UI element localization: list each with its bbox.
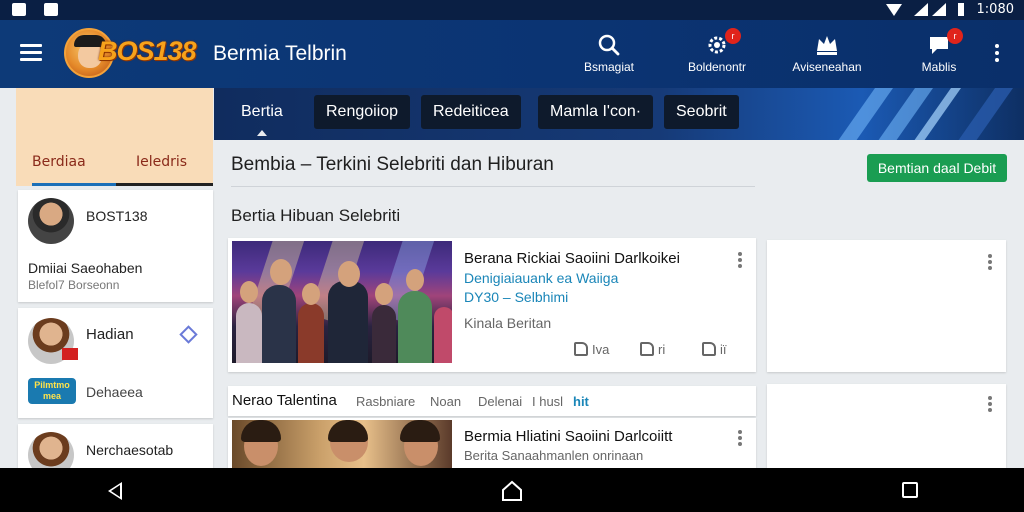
gallery-icon bbox=[12, 3, 26, 16]
hadian-line-1: Dehaeea bbox=[86, 384, 143, 400]
card-menu-icon[interactable] bbox=[988, 254, 992, 270]
home-icon[interactable] bbox=[500, 480, 524, 502]
flag-icon bbox=[62, 348, 78, 360]
side-article-card-1[interactable] bbox=[767, 240, 1006, 372]
status-bar: 1:080 bbox=[0, 0, 1024, 20]
action-settings[interactable]: r Boldenontr bbox=[672, 28, 762, 82]
react-like-button-2[interactable]: ri bbox=[640, 342, 665, 357]
page-title: Bembia – Terkini Selebriti dan Hiburan bbox=[231, 154, 554, 175]
trending-highlight[interactable]: hit bbox=[573, 394, 589, 409]
article-menu-icon[interactable] bbox=[738, 430, 742, 446]
react-like-button[interactable]: Iva bbox=[574, 342, 609, 357]
tab-rengoiiop[interactable]: Rengoiiop bbox=[314, 95, 411, 129]
signal-icon bbox=[914, 3, 928, 16]
article-source: Berita Sanaahmanlen onrinaan bbox=[464, 448, 644, 463]
recent-apps-icon[interactable] bbox=[902, 482, 918, 498]
sidebar-card-hadian[interactable]: Hadian Pilmtmo mea Dehaeea bbox=[18, 308, 213, 418]
trending-item[interactable]: Noan bbox=[430, 394, 461, 409]
tab-seobrit[interactable]: Seobrit bbox=[664, 95, 739, 129]
thumbs-up-icon bbox=[574, 342, 588, 356]
avatar bbox=[28, 198, 74, 244]
avatar bbox=[28, 432, 74, 468]
thumbs-up-icon bbox=[640, 342, 654, 356]
article-title[interactable]: Berana Rickiai Saoiini Darlkoikei bbox=[464, 250, 680, 267]
trending-lead[interactable]: Nerao Talentina bbox=[232, 392, 337, 409]
trending-item[interactable]: I husl bbox=[532, 394, 563, 409]
section-title: Bertia Hibuan Selebriti bbox=[231, 206, 401, 225]
article-title[interactable]: Bermia Hliatini Saoiini Darlcoiitt bbox=[464, 428, 672, 445]
sidebar-tab-selebris[interactable]: Ieledris bbox=[136, 154, 187, 170]
back-icon[interactable] bbox=[108, 482, 122, 500]
cta-button[interactable]: Bemtian daal Debit bbox=[867, 154, 1007, 182]
trending-item[interactable]: Delenai bbox=[478, 394, 522, 409]
category-tabs: Bertia Rengoiiop Redeiticea Mamla I'con·… bbox=[214, 88, 1024, 140]
sidebar-tab-berita[interactable]: Berdiaa bbox=[32, 154, 86, 170]
notification-badge: r bbox=[725, 28, 741, 44]
profile-name: BOST138 bbox=[86, 208, 148, 224]
action-settings-label: Boldenontr bbox=[687, 60, 747, 74]
crown-icon bbox=[815, 34, 839, 56]
profile-line-1: Dmiiai Saeohaben bbox=[28, 260, 143, 276]
app-bar: BOS138 Bermia Telbrin Bsmagiat r Boldeno… bbox=[0, 20, 1024, 88]
side-article-card-2[interactable] bbox=[767, 384, 1006, 468]
logo-text: BOS138 bbox=[98, 36, 197, 66]
article-source: Kinala Beritan bbox=[464, 315, 552, 331]
app-title: Bermia Telbrin bbox=[213, 42, 347, 65]
sidebar-header: Berdiaa Ieledris bbox=[16, 88, 213, 186]
thumbs-up-icon bbox=[702, 342, 716, 356]
action-chat[interactable]: r Mablis bbox=[894, 28, 984, 82]
system-nav-bar bbox=[0, 468, 1024, 512]
clock: 1:080 bbox=[976, 2, 1014, 17]
action-search-label: Bsmagiat bbox=[583, 60, 635, 74]
action-crown[interactable]: Aviseneahan bbox=[782, 34, 872, 82]
react-like-count-3: iï bbox=[720, 342, 727, 357]
partner-logo: Pilmtmo mea bbox=[28, 378, 76, 404]
trending-strip: Nerao Talentina Rasbniare Noan Delenai I… bbox=[228, 386, 756, 416]
react-like-button-3[interactable]: iï bbox=[702, 342, 727, 357]
profile-line-2: Blefol7 Borseonn bbox=[28, 278, 120, 292]
settings-gear-icon: r bbox=[705, 28, 741, 56]
hadian-name: Hadian bbox=[86, 326, 134, 343]
signal-icon-2 bbox=[932, 3, 946, 16]
tab-mamla[interactable]: Mamla I'con· bbox=[538, 95, 654, 129]
card-menu-icon[interactable] bbox=[988, 396, 992, 412]
tab-bertia[interactable]: Bertia bbox=[229, 95, 295, 136]
sidebar-card-nerchaesotab[interactable]: Nerchaesotab bbox=[18, 424, 213, 468]
diamond-icon[interactable] bbox=[179, 325, 198, 344]
chat-icon: r bbox=[927, 28, 963, 56]
tab-redeiticea[interactable]: Redeiticea bbox=[421, 95, 521, 129]
battery-icon bbox=[958, 3, 964, 16]
article-image-1[interactable] bbox=[232, 241, 452, 363]
react-like-count: Iva bbox=[592, 342, 610, 357]
action-chat-label: Mablis bbox=[921, 60, 957, 74]
nerchaesotab-name: Nerchaesotab bbox=[86, 442, 174, 458]
overflow-menu-icon[interactable] bbox=[994, 44, 1000, 64]
image-icon bbox=[44, 3, 58, 16]
search-icon bbox=[597, 34, 621, 56]
article-link-2[interactable]: DY30 – Selbhimi bbox=[464, 289, 568, 305]
trending-item[interactable]: Rasbniare bbox=[356, 394, 415, 409]
action-crown-label: Aviseneahan bbox=[792, 60, 862, 74]
article-image-2[interactable] bbox=[232, 420, 452, 468]
action-search[interactable]: Bsmagiat bbox=[564, 34, 654, 82]
article-link[interactable]: Denigiaiauank ea Waiiga bbox=[464, 270, 618, 286]
react-like-count-2: ri bbox=[658, 342, 666, 357]
notification-badge-2: r bbox=[947, 28, 963, 44]
menu-icon[interactable] bbox=[20, 44, 42, 62]
article-menu-icon[interactable] bbox=[738, 252, 742, 268]
wifi-icon bbox=[886, 4, 902, 16]
sidebar-card-profile[interactable]: BOST138 Dmiiai Saeohaben Blefol7 Borseon… bbox=[18, 190, 213, 302]
